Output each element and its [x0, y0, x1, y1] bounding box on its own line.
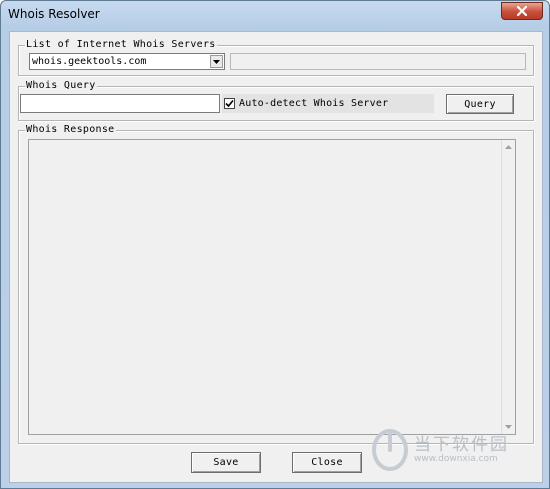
query-group-legend: Whois Query — [25, 80, 97, 92]
query-group: Whois Query Auto-detect Whois Server Que… — [18, 80, 534, 121]
servers-group-legend: List of Internet Whois Servers — [25, 39, 217, 51]
chevron-down-icon — [213, 59, 220, 64]
whois-query-input[interactable] — [20, 94, 220, 113]
watermark: 当下软件园 www.downxia.com — [370, 428, 530, 472]
title-bar[interactable]: Whois Resolver — [1, 1, 549, 27]
checkmark-icon — [225, 99, 234, 108]
response-group-legend: Whois Response — [25, 124, 116, 136]
autodetect-checkbox[interactable] — [224, 98, 235, 109]
server-select-dropdown-button[interactable] — [210, 55, 223, 68]
watermark-logo-icon — [372, 429, 408, 471]
query-button[interactable]: Query — [446, 94, 514, 114]
servers-group: List of Internet Whois Servers whois.gee… — [18, 39, 534, 76]
close-icon — [517, 6, 527, 16]
dialog-client-area: List of Internet Whois Servers whois.gee… — [9, 31, 543, 483]
watermark-brand: 当下软件园 — [414, 435, 509, 455]
server-info-field — [230, 53, 526, 70]
close-button[interactable]: Close — [292, 452, 362, 473]
window-title: Whois Resolver — [8, 7, 100, 21]
response-vertical-scrollbar[interactable] — [501, 140, 515, 434]
whois-response-textarea[interactable] — [28, 139, 516, 435]
server-select-value: whois.geektools.com — [32, 56, 147, 67]
autodetect-label: Auto-detect Whois Server — [239, 98, 389, 109]
watermark-url: www.downxia.com — [414, 454, 498, 464]
app-window: Whois Resolver List of Internet Whois Se… — [0, 0, 550, 489]
scroll-up-icon[interactable] — [505, 145, 512, 149]
close-window-button[interactable] — [501, 2, 543, 20]
save-button[interactable]: Save — [191, 452, 261, 473]
server-select[interactable]: whois.geektools.com — [29, 53, 225, 70]
autodetect-checkbox-area[interactable]: Auto-detect Whois Server — [222, 94, 434, 113]
response-group: Whois Response — [18, 124, 534, 444]
